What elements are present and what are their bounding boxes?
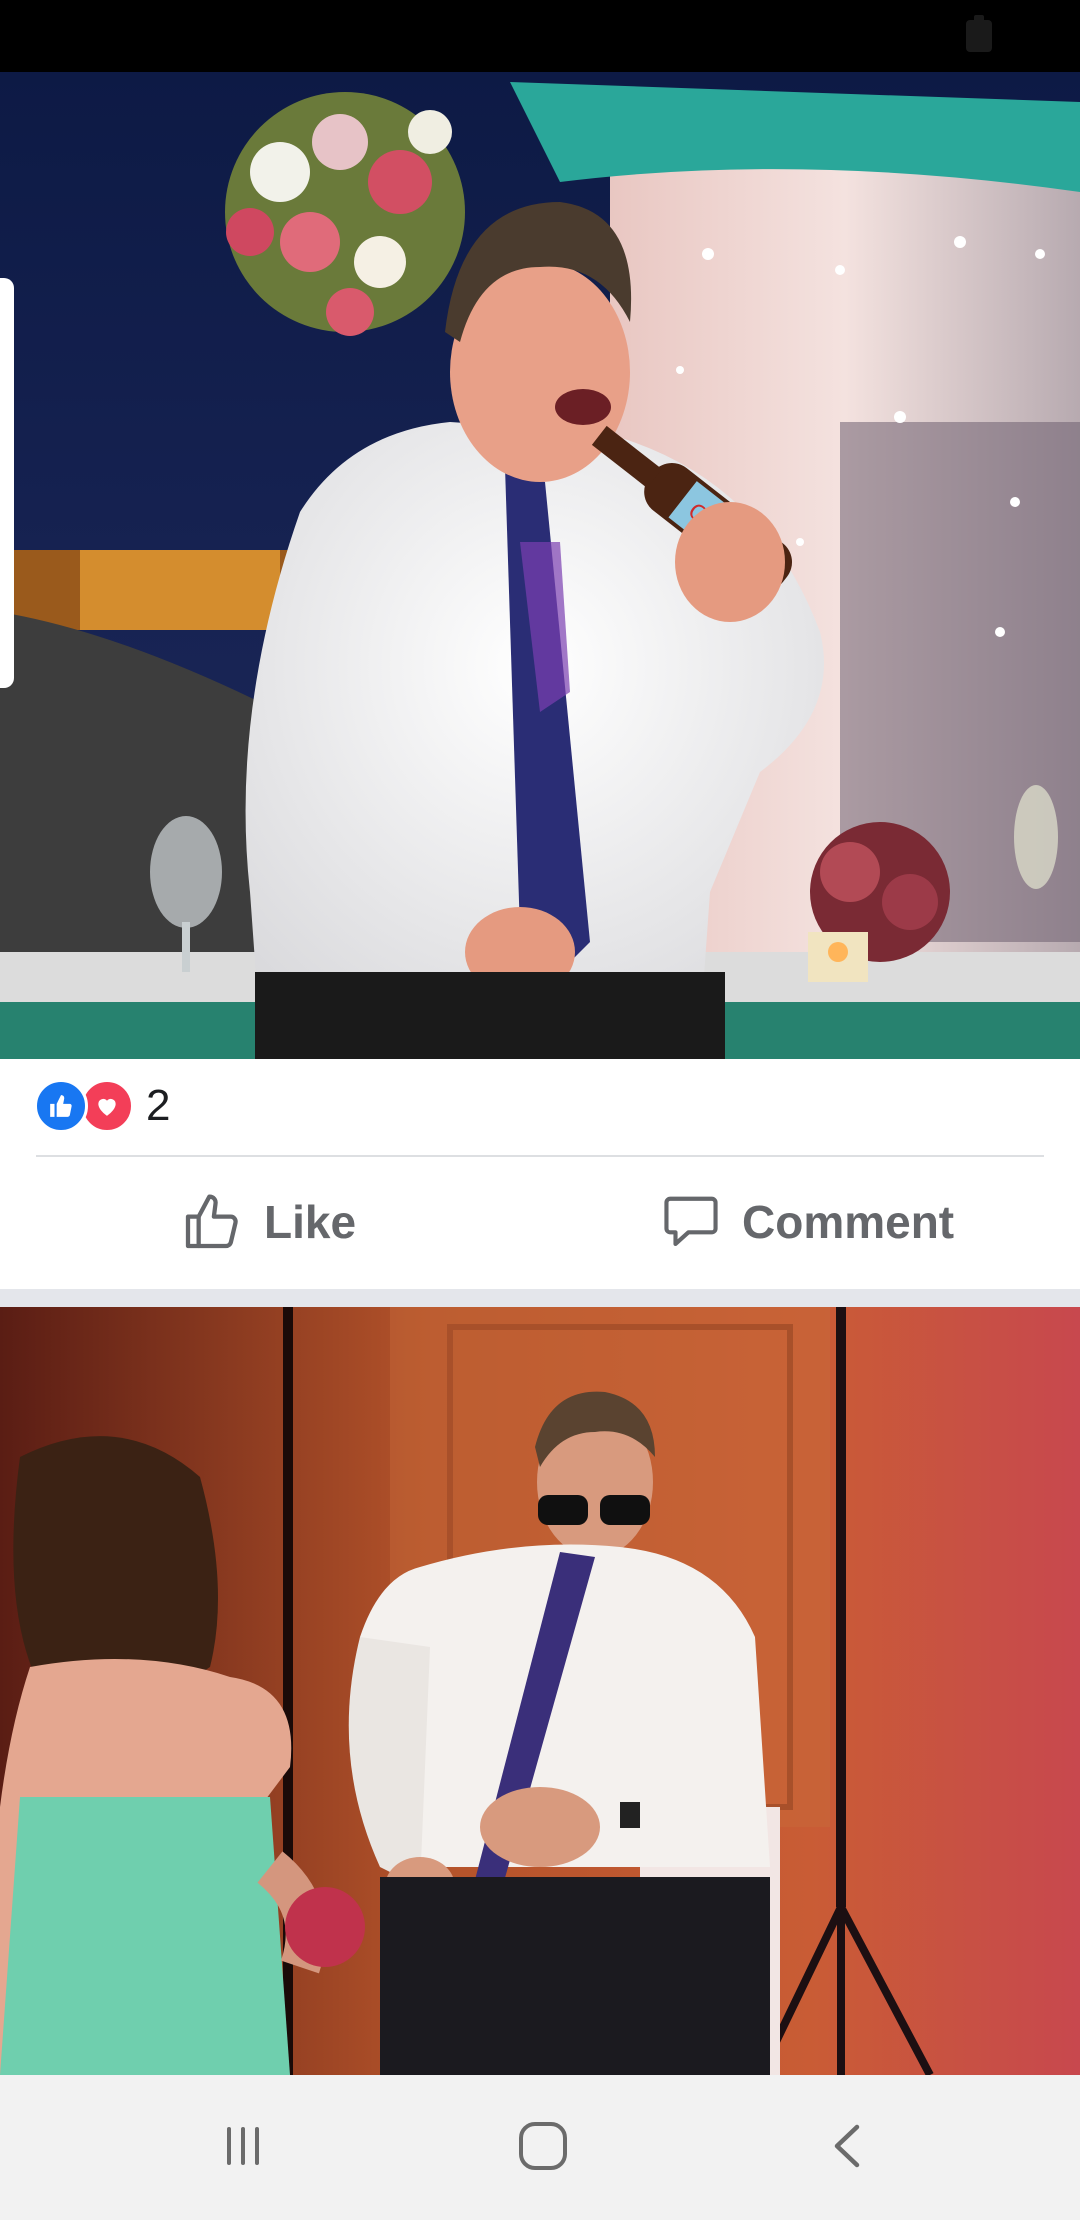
status-bar: [0, 0, 1080, 72]
thumbs-up-icon: [34, 1079, 88, 1133]
reaction-count: 2: [146, 1081, 171, 1130]
divider: [36, 1155, 1044, 1157]
system-nav-bar: [0, 2075, 1080, 2220]
comment-bubble-icon: [660, 1191, 722, 1253]
photo-1-image: C: [0, 72, 1080, 1059]
comment-button[interactable]: Comment: [660, 1180, 954, 1264]
home-icon[interactable]: [508, 2111, 578, 2181]
battery-icon: [966, 15, 992, 52]
thumbs-up-outline-icon: [180, 1190, 244, 1254]
back-icon[interactable]: [812, 2111, 882, 2181]
post-photo-2[interactable]: [0, 1307, 1080, 2075]
post-separator: [0, 1289, 1080, 1307]
reactions-summary[interactable]: 2: [34, 1078, 170, 1134]
side-panel-handle[interactable]: [0, 278, 14, 688]
comment-label: Comment: [742, 1196, 955, 1248]
post-photo-1[interactable]: C: [0, 72, 1080, 1059]
like-label: Like: [264, 1196, 357, 1248]
photo-2-image: [0, 1307, 1080, 2075]
recent-apps-icon[interactable]: [208, 2111, 278, 2181]
heart-icon: [80, 1079, 134, 1133]
like-button[interactable]: Like: [180, 1180, 356, 1264]
